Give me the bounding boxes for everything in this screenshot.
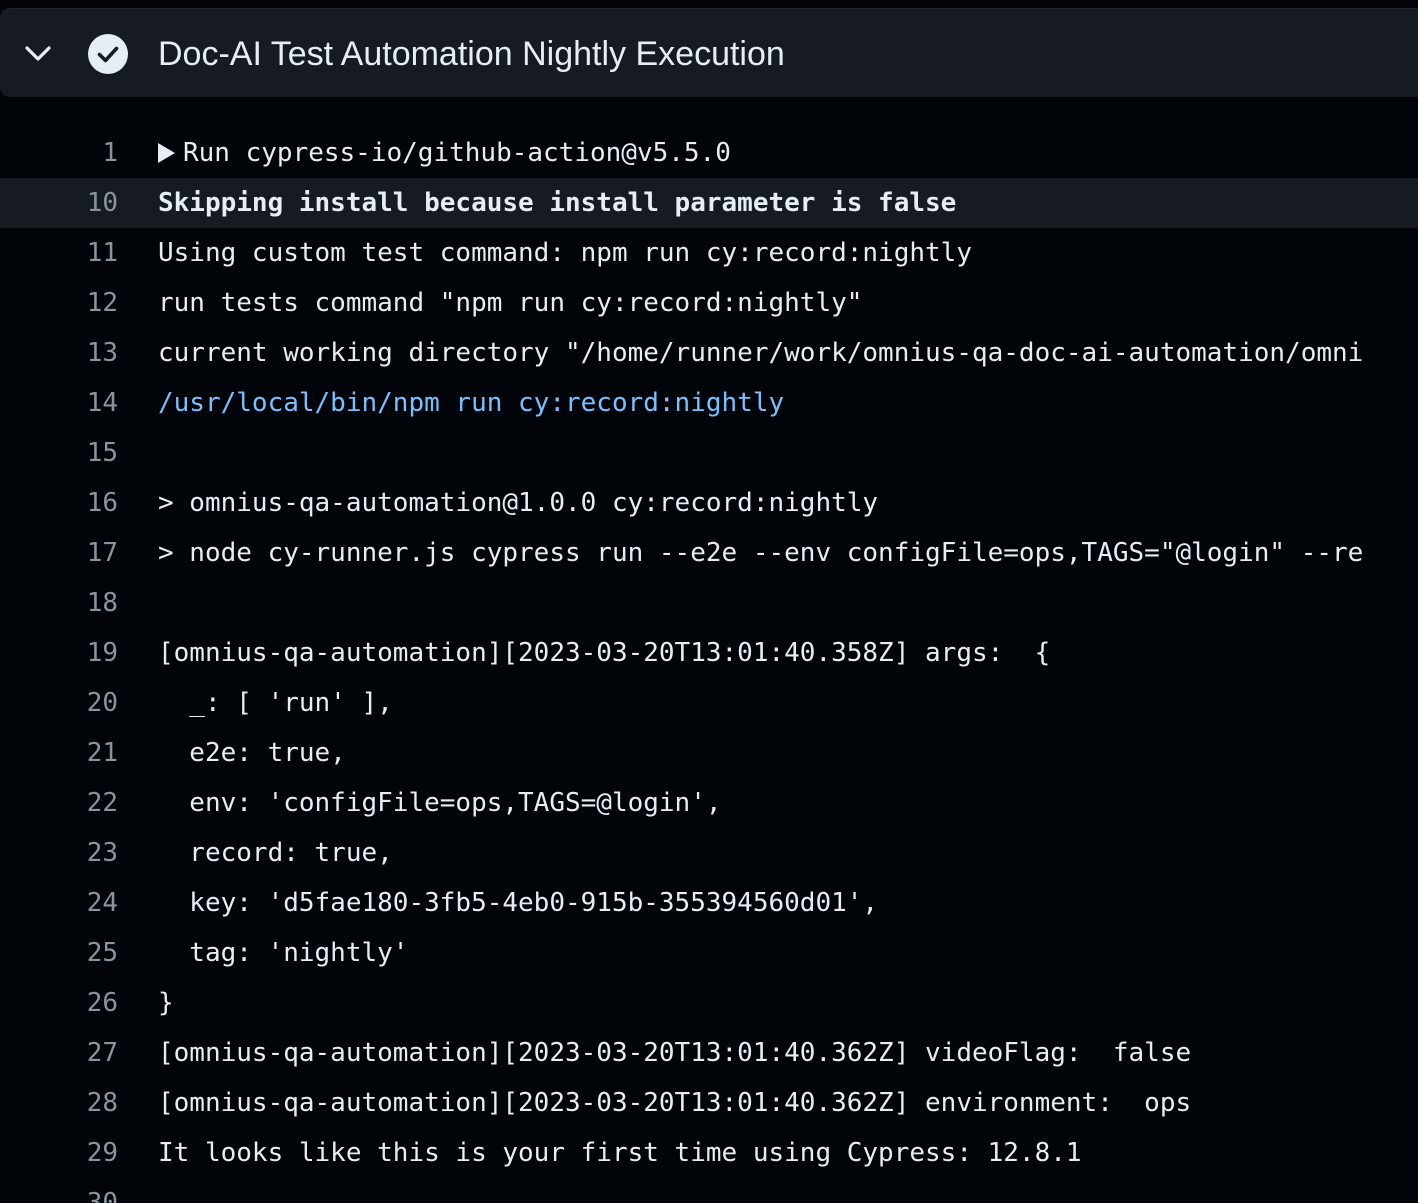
log-line-text: _: [ 'run' ], [158, 688, 393, 718]
log-line-text: It looks like this is your first time us… [158, 1138, 1082, 1168]
log-line[interactable]: 23 record: true, [0, 828, 1418, 878]
log-line-text: } [158, 988, 174, 1018]
line-number[interactable]: 21 [0, 728, 118, 778]
log-line-text: > omnius-qa-automation@1.0.0 cy:record:n… [158, 488, 879, 518]
step-title[interactable]: Doc-AI Test Automation Nightly Execution [158, 33, 785, 75]
log-line[interactable]: 28 [omnius-qa-automation][2023-03-20T13:0… [0, 1078, 1418, 1128]
log-line[interactable]: 20 _: [ 'run' ], [0, 678, 1418, 728]
log-line-text: /usr/local/bin/npm run cy:record:nightly [158, 388, 785, 418]
log-line-text: > node cy-runner.js cypress run --e2e --… [158, 538, 1364, 568]
chevron-down-icon[interactable] [22, 37, 54, 69]
log-line-text: record: true, [158, 838, 393, 868]
line-number[interactable]: 18 [0, 578, 118, 628]
log-line-text: Using custom test command: npm run cy:re… [158, 238, 972, 268]
line-number[interactable]: 19 [0, 628, 118, 678]
log-line[interactable]: 19 [omnius-qa-automation][2023-03-20T13:0… [0, 628, 1418, 678]
log-line-text: [omnius-qa-automation][2023-03-20T13:01:… [158, 638, 1051, 668]
line-number[interactable]: 27 [0, 1028, 118, 1078]
log-line[interactable]: 18 [0, 578, 1418, 628]
line-number[interactable]: 20 [0, 678, 118, 728]
log-line-text: e2e: true, [158, 738, 346, 768]
log-line-text: tag: 'nightly' [158, 938, 409, 968]
line-number[interactable]: 28 [0, 1078, 118, 1128]
log-line[interactable]: 12 run tests command "npm run cy:record:n… [0, 278, 1418, 328]
log-line[interactable]: 29 It looks like this is your first time … [0, 1128, 1418, 1178]
line-number[interactable]: 25 [0, 928, 118, 978]
log-line[interactable]: 17 > node cy-runner.js cypress run --e2e … [0, 528, 1418, 578]
log-line-text: current working directory "/home/runner/… [158, 338, 1364, 368]
line-number[interactable]: 15 [0, 428, 118, 478]
log-line[interactable]: 15 [0, 428, 1418, 478]
log-line-text: Skipping install because install paramet… [158, 188, 957, 218]
check-circle-icon [88, 34, 128, 74]
line-number[interactable]: 30 [0, 1178, 118, 1203]
log-line-text: [omnius-qa-automation][2023-03-20T13:01:… [158, 1038, 1192, 1068]
log-group-title: Run cypress-io/github-action@v5.5.0 [183, 138, 731, 168]
log-line[interactable]: 11 Using custom test command: npm run cy:… [0, 228, 1418, 278]
log-line[interactable]: 14/usr/local/bin/npm run cy:record:night… [0, 378, 1418, 428]
log-output: 1 Run cypress-io/github-action@v5.5.0 10 Sk… [0, 128, 1418, 1203]
line-number[interactable]: 16 [0, 478, 118, 528]
log-line[interactable]: 27 [omnius-qa-automation][2023-03-20T13:0… [0, 1028, 1418, 1078]
step-header[interactable]: Doc-AI Test Automation Nightly Execution [0, 8, 1418, 97]
log-line-text: run tests command "npm run cy:record:nig… [158, 288, 863, 318]
line-number[interactable]: 12 [0, 278, 118, 328]
log-line-text: env: 'configFile=ops,TAGS=@login', [158, 788, 722, 818]
log-line[interactable]: 10 Skipping install because install param… [0, 178, 1418, 228]
expand-triangle-icon[interactable] [158, 143, 175, 163]
log-line[interactable]: 1 Run cypress-io/github-action@v5.5.0 [0, 128, 1418, 178]
log-line-text: [omnius-qa-automation][2023-03-20T13:01:… [158, 1088, 1192, 1118]
log-line[interactable]: 25 tag: 'nightly' [0, 928, 1418, 978]
line-number[interactable]: 17 [0, 528, 118, 578]
line-number[interactable]: 22 [0, 778, 118, 828]
log-line[interactable]: 24 key: 'd5fae180-3fb5-4eb0-915b-3553945… [0, 878, 1418, 928]
line-number[interactable]: 1 [0, 128, 118, 178]
line-number[interactable]: 24 [0, 878, 118, 928]
line-number[interactable]: 23 [0, 828, 118, 878]
log-line[interactable]: 13 current working directory "/home/runne… [0, 328, 1418, 378]
log-line[interactable]: 21 e2e: true, [0, 728, 1418, 778]
log-line-text: key: 'd5fae180-3fb5-4eb0-915b-355394560d… [158, 888, 879, 918]
log-line[interactable]: 16 > omnius-qa-automation@1.0.0 cy:record… [0, 478, 1418, 528]
line-number[interactable]: 11 [0, 228, 118, 278]
log-line[interactable]: 30 [0, 1178, 1418, 1203]
line-number[interactable]: 10 [0, 178, 118, 228]
line-number[interactable]: 14 [0, 378, 118, 428]
line-number[interactable]: 26 [0, 978, 118, 1028]
line-number[interactable]: 13 [0, 328, 118, 378]
log-line[interactable]: 22 env: 'configFile=ops,TAGS=@login', [0, 778, 1418, 828]
line-number[interactable]: 29 [0, 1128, 118, 1178]
log-line[interactable]: 26} [0, 978, 1418, 1028]
